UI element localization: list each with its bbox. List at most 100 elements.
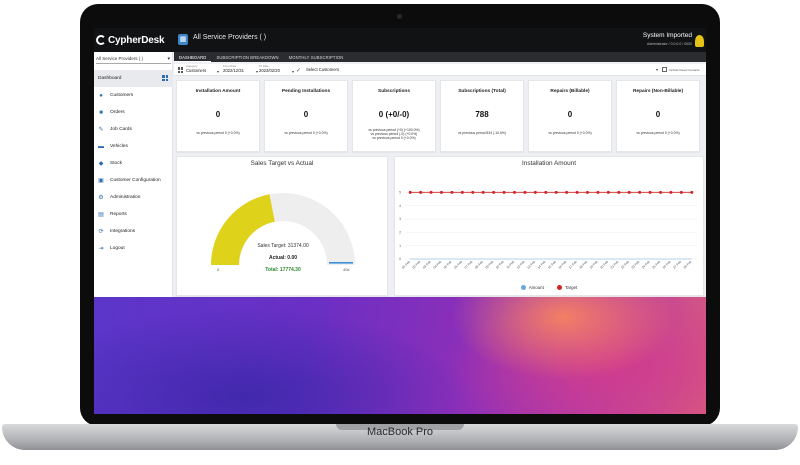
series-point-target (659, 190, 662, 194)
x-tick-label: 20 Feb (599, 260, 609, 270)
kpi-row: Installation Amount 0 vs previous period… (176, 80, 704, 152)
sidebar-item-customer-configuration[interactable]: ▣ Customer Configuration (94, 172, 173, 189)
legend-item-target[interactable]: Target (557, 285, 577, 290)
gauge-total-label: Total: (265, 267, 279, 273)
x-tick-label: 02 Feb (411, 260, 421, 270)
sidebar-item-label: Reports (110, 212, 127, 217)
top-bar: CypherDesk ▦ All Service Providers ( ) S… (94, 28, 706, 52)
series-point-target (492, 190, 496, 194)
sidebar-item-administration[interactable]: ⚙ Administration (94, 189, 173, 206)
tab-monthly-subscription[interactable]: MONTHLY SUBSCRIPTION (284, 52, 349, 62)
sidebar-item-vehicles[interactable]: ▬ Vehicles (94, 138, 173, 155)
x-tick-label: 13 Feb (526, 260, 536, 270)
include-dead-checkbox[interactable] (662, 67, 667, 72)
series-point-target (617, 190, 621, 194)
kpi-value: 788 (475, 110, 489, 119)
kpi-card-repairs-non-billable: Repairs (Non-Billable) 0 vs previous per… (616, 80, 700, 152)
tab-dashboard[interactable]: DASHBOARD (174, 52, 212, 62)
sidebar-item-label: Stock (110, 161, 122, 166)
customers-icon: ● (99, 92, 103, 99)
filter-menu-icon[interactable] (178, 67, 183, 73)
x-tick-label: 10 Feb (495, 260, 505, 270)
sidebar-item-reports[interactable]: ▤ Reports (94, 206, 173, 223)
kpi-title: Repairs (Non-Billable) (632, 89, 684, 94)
x-tick-label: 12 Feb (516, 260, 526, 270)
include-dead-label: Include Dead Contacts (669, 68, 700, 72)
orders-icon: ■ (99, 109, 103, 116)
integrations-icon: ⟳ (98, 228, 104, 235)
sidebar-item-orders[interactable]: ■ Orders (94, 104, 173, 121)
installation-amount-panel: Installation Amount 0 1 2 3 4 5 01 Feb 02 Feb 03… (394, 156, 704, 296)
service-provider-icon[interactable]: ▦ (178, 34, 188, 45)
x-tick-label: 25 Feb (651, 260, 661, 270)
series-point-target (481, 190, 485, 194)
chevron-down-icon: ▾ (255, 69, 258, 74)
x-tick-label: 21 Feb (610, 260, 620, 270)
from-date-filter[interactable]: From Date 2022/12/31 ▾ (223, 64, 258, 76)
to-date-value: 2023/02/20 (259, 68, 280, 73)
sidebar-item-integrations[interactable]: ⟳ Integrations (94, 223, 173, 240)
service-provider-select-value: All Service Providers ( ) (96, 56, 144, 61)
legend-target-swatch (557, 285, 563, 290)
tab-subscription-breakdown[interactable]: SUBSCRIPTION BREAKDOWN (211, 52, 283, 62)
gauge-actual-value: 0.00 (287, 255, 298, 261)
y-tick-label: 1 (399, 244, 401, 248)
x-tick-label: 28 Feb (683, 260, 693, 270)
gauge-actual-line: Actual: 0.00 (237, 255, 329, 261)
series-point-target (606, 190, 610, 194)
x-tick-label: 14 Feb (537, 260, 547, 270)
customer-config-icon: ▣ (98, 177, 104, 184)
sidebar-item-label: Integrations (110, 229, 136, 234)
kpi-card-subscriptions: Subscriptions 0 (+0/-0) vs previous peri… (352, 80, 436, 152)
series-point-target (429, 190, 433, 194)
gauge-total-line: Total: 17774.30 (237, 267, 329, 273)
legend-amount-label: Amount (528, 285, 544, 290)
kpi-card-installation-amount: Installation Amount 0 vs previous period… (176, 80, 260, 152)
camera (397, 14, 402, 19)
main-content: DASHBOARD SUBSCRIPTION BREAKDOWN MONTHLY… (174, 52, 706, 297)
user-avatar-icon[interactable] (695, 35, 704, 47)
sidebar-item-stock[interactable]: ◆ Stock (94, 155, 173, 172)
sidebar-item-label: Dashboard (98, 76, 122, 81)
x-tick-label: 18 Feb (578, 260, 588, 270)
to-date-filter[interactable]: To Date 2023/02/20 ▾ (259, 64, 294, 76)
category-filter[interactable]: Category Customers ▾ (186, 64, 219, 76)
service-provider-select[interactable]: All Service Providers ( ) ▾ (96, 55, 171, 64)
laptop-model-label: MacBook Pro (366, 426, 434, 438)
x-tick-label: 07 Feb (464, 260, 474, 270)
sidebar-item-dashboard[interactable]: Dashboard (94, 70, 173, 87)
sidebar-item-label: Customer Configuration (110, 178, 161, 183)
series-point-target (679, 190, 683, 194)
legend-amount-swatch (520, 285, 526, 290)
customer-select[interactable]: Select Customers (306, 67, 339, 72)
sidebar-item-label: Job Cards (110, 127, 132, 132)
kpi-card-pending-installations: Pending Installations 0 vs previous peri… (264, 80, 348, 152)
x-tick-label: 22 Feb (620, 260, 630, 270)
series-point-target (440, 190, 443, 194)
sidebar-item-job-cards[interactable]: ✎ Job Cards (94, 121, 173, 138)
sidebar-item-label: Vehicles (110, 144, 128, 149)
tab-bar: DASHBOARD SUBSCRIPTION BREAKDOWN MONTHLY… (174, 52, 706, 62)
sidebar-item-customers[interactable]: ● Customers (94, 87, 173, 104)
sidebar-item-logout[interactable]: ⇥ Logout (94, 240, 173, 257)
series-point-target (502, 190, 506, 194)
gauge-chart: 0 40k (211, 193, 355, 272)
apply-check-icon[interactable]: ✓ (296, 67, 301, 74)
series-point-target (596, 190, 600, 194)
x-tick-label: 11 Feb (506, 260, 516, 270)
x-tick-label: 19 Feb (589, 260, 599, 270)
sales-target-panel: Sales Target vs Actual 0 40k Sales Targe… (176, 156, 388, 296)
y-tick-label: 0 (399, 257, 401, 261)
series-point-target (575, 190, 579, 194)
app-logo[interactable]: CypherDesk (96, 33, 174, 47)
series-point-target (638, 190, 642, 194)
desktop-wallpaper (94, 297, 706, 414)
legend-item-amount[interactable]: Amount (520, 285, 544, 290)
x-tick-label: 26 Feb (662, 260, 672, 270)
chevron-down-icon: ▾ (656, 67, 659, 72)
service-provider-title[interactable]: All Service Providers ( ) (193, 34, 266, 41)
administration-icon: ⚙ (98, 194, 104, 201)
series-point-target (544, 190, 548, 194)
kpi-value: 0 (567, 110, 573, 119)
kpi-value: 0 (215, 110, 221, 119)
